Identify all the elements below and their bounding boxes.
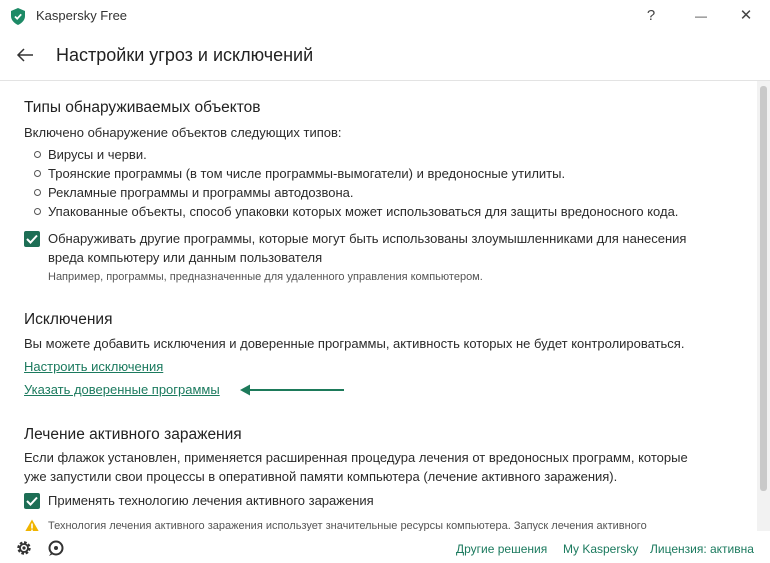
exclusions-desc: Вы можете добавить исключения и доверенн… <box>24 336 685 351</box>
list-item: Троянские программы (в том числе програм… <box>48 166 566 181</box>
disinfection-section-title: Лечение активного заражения <box>24 426 242 443</box>
close-button[interactable]: ✕ <box>731 6 761 26</box>
app-title: Kaspersky Free <box>36 8 128 23</box>
settings-content: Типы обнаруживаемых объектов Включено об… <box>0 81 757 531</box>
bullet-icon <box>34 170 41 177</box>
list-item: Вирусы и черви. <box>48 147 147 162</box>
bullet-icon <box>34 151 41 158</box>
disinfection-warning: Технология лечения активного заражения и… <box>48 520 647 531</box>
other-solutions-link[interactable]: Другие решения <box>456 542 547 556</box>
page-header: Настройки угроз и исключений <box>0 32 770 81</box>
configure-exclusions-link[interactable]: Настроить исключения <box>24 359 163 374</box>
license-link[interactable]: Лицензия: активна <box>650 542 754 556</box>
title-bar: Kaspersky Free ? — ✕ <box>0 0 770 32</box>
trusted-programs-link[interactable]: Указать доверенные программы <box>24 382 220 397</box>
bullet-icon <box>34 208 41 215</box>
minimize-button[interactable]: — <box>686 6 716 26</box>
active-disinfection-checkbox[interactable] <box>24 493 40 509</box>
list-item: Рекламные программы и программы автодозв… <box>48 185 354 200</box>
list-item: Упакованные объекты, способ упаковки кот… <box>48 204 679 219</box>
checkmark-icon <box>26 496 38 506</box>
detection-section-title: Типы обнаруживаемых объектов <box>24 99 261 116</box>
checkmark-icon <box>26 234 38 244</box>
detect-other-programs-note: Например, программы, предназначенные для… <box>48 271 483 283</box>
active-disinfection-label[interactable]: Применять технологию лечения активного з… <box>48 493 374 508</box>
pointer-arrow-icon <box>240 384 344 396</box>
scrollbar-thumb[interactable] <box>760 86 767 491</box>
kaspersky-shield-icon <box>11 8 25 25</box>
footer-bar: Другие решения My Kaspersky Лицензия: ак… <box>0 531 770 563</box>
disinfection-desc-1: Если флажок установлен, применяется расш… <box>24 450 688 465</box>
warning-icon <box>25 519 39 531</box>
help-button[interactable]: ? <box>636 6 666 26</box>
detection-intro: Включено обнаружение объектов следующих … <box>24 125 342 140</box>
back-arrow-icon[interactable] <box>14 44 36 66</box>
support-icon[interactable] <box>47 539 65 557</box>
bullet-icon <box>34 189 41 196</box>
detect-other-programs-label[interactable]: Обнаруживать другие программы, которые м… <box>48 231 686 246</box>
vertical-scrollbar[interactable] <box>757 81 770 531</box>
exclusions-section-title: Исключения <box>24 311 113 328</box>
page-title: Настройки угроз и исключений <box>56 45 314 65</box>
my-kaspersky-link[interactable]: My Kaspersky <box>563 542 638 556</box>
detect-other-programs-checkbox[interactable] <box>24 231 40 247</box>
gear-icon[interactable] <box>15 539 33 557</box>
detect-other-programs-label-2[interactable]: вреда компьютеру или данным пользователя <box>48 250 322 265</box>
disinfection-desc-2: уже запустили свои процессы в оперативно… <box>24 469 618 484</box>
